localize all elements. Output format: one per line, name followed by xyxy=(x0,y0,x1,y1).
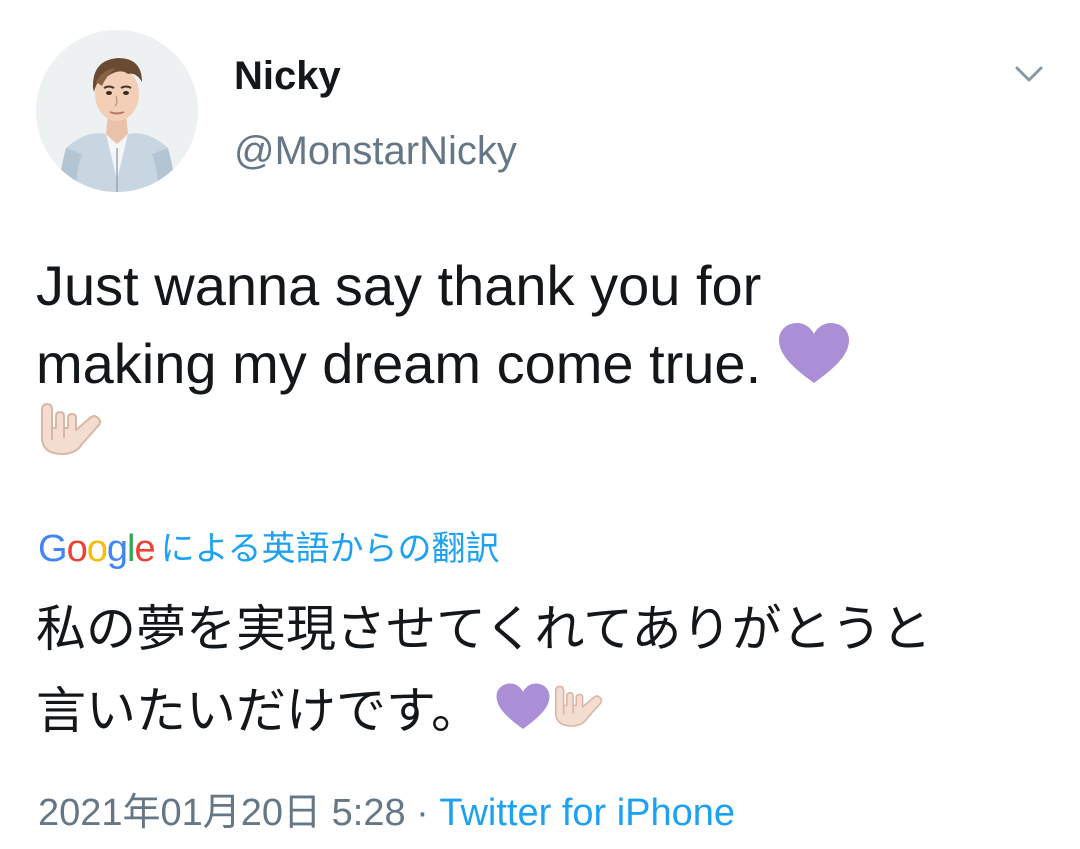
tweet-menu-button[interactable] xyxy=(1008,56,1050,92)
translate-attribution[interactable]: Google による英語からの翻訳 xyxy=(38,526,500,572)
meta-separator: · xyxy=(416,792,429,834)
tweet-timestamp[interactable]: 2021年01月20日 5:28 xyxy=(38,792,406,834)
translated-text-line-2-text: 言いたいだけです。 xyxy=(36,683,481,740)
tweet-source-link[interactable]: Twitter for iPhone xyxy=(439,792,735,834)
translated-text-line-2: 言いたいだけです。 xyxy=(36,683,1046,768)
display-name[interactable]: Nicky xyxy=(234,52,341,100)
purple-heart-icon xyxy=(777,321,851,407)
tweet-meta: 2021年01月20日 5:28 · Twitter for iPhone xyxy=(38,791,735,837)
tweet-text: Just wanna say thank you for making my d… xyxy=(36,247,1036,473)
avatar[interactable] xyxy=(36,30,198,192)
translated-text: 私の夢を実現させてくれてありがとうと 言いたいだけです。 xyxy=(36,604,1046,768)
translated-text-line-1: 私の夢を実現させてくれてありがとうと xyxy=(36,601,932,657)
love-you-gesture-icon xyxy=(551,683,611,739)
google-logo: Google xyxy=(38,528,156,570)
profile-photo-image xyxy=(36,30,198,192)
tweet-text-line-2: making my dream come true. xyxy=(36,323,1036,403)
purple-heart-icon xyxy=(495,682,551,740)
user-handle[interactable]: @MonstarNicky xyxy=(234,127,517,175)
translate-label: による英語からの翻訳 xyxy=(160,530,500,568)
tweet-text-line-1: Just wanna say thank you for xyxy=(36,254,762,317)
chevron-down-icon xyxy=(1015,66,1043,82)
tweet-text-line-2-text: making my dream come true. xyxy=(36,332,762,395)
love-you-gesture-icon xyxy=(36,400,112,480)
tweet-text-line-3 xyxy=(36,403,1036,473)
